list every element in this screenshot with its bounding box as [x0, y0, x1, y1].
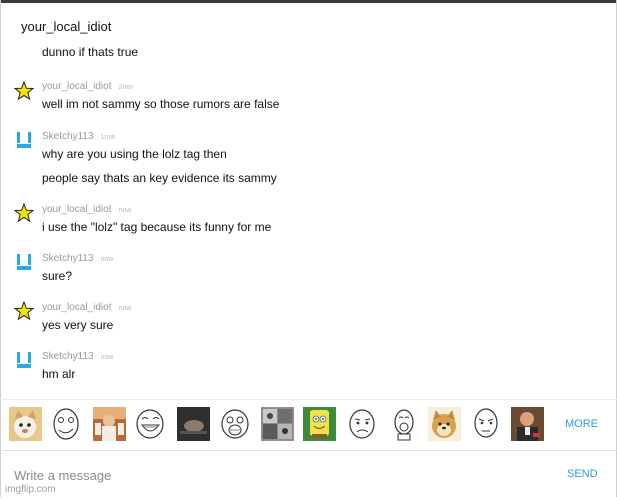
message-username[interactable]: your_local_idiot now [42, 204, 131, 215]
message-timestamp: 2min [118, 84, 134, 91]
derp-face-icon[interactable] [50, 407, 83, 441]
okay-face-icon[interactable] [470, 407, 503, 441]
dark-meme-icon[interactable] [177, 407, 210, 441]
cat-collage-icon[interactable] [261, 407, 294, 441]
message-text: sure? [42, 269, 73, 283]
lol-face-icon[interactable] [388, 407, 421, 441]
man-meme-icon[interactable] [511, 407, 544, 441]
message-username[interactable]: your_local_idiot 2min [42, 81, 134, 92]
message-item: Sketchy113 now hm alr [0, 350, 617, 390]
sad-face-icon[interactable] [346, 407, 379, 441]
spongebob-icon[interactable] [303, 407, 336, 441]
blue-bracket-icon[interactable] [14, 252, 34, 272]
star-icon[interactable] [13, 80, 35, 101]
message-username[interactable]: Sketchy113 now [42, 351, 113, 362]
blue-bracket-icon[interactable] [14, 350, 34, 370]
jesus-meme-icon[interactable] [93, 407, 126, 441]
message-text: people say thats an key evidence its sam… [42, 171, 277, 185]
message-text: hm alr [42, 367, 76, 381]
message-username[interactable]: Sketchy113 now [42, 253, 113, 264]
star-icon[interactable] [13, 202, 35, 223]
message-text: dunno if thats true [42, 45, 139, 59]
blue-bracket-icon[interactable] [14, 130, 34, 150]
message-timestamp: now [100, 354, 114, 361]
message-username[interactable]: your_local_idiot now [42, 302, 131, 313]
message-input[interactable] [14, 466, 544, 484]
star-icon[interactable] [13, 300, 35, 321]
message-text: i use the "lolz" tag because its funny f… [42, 220, 272, 234]
more-button[interactable]: MORE [565, 418, 598, 430]
message-item: your_local_idiot 2min well im not sammy s… [0, 80, 617, 121]
message-timestamp: now [118, 305, 132, 312]
message-item: your_local_idiot now i use the "lolz" tag… [0, 202, 617, 243]
message-timestamp: now [100, 256, 114, 263]
emoji-bar: MORE [0, 399, 617, 451]
message-username[interactable]: Sketchy113 1min [42, 131, 116, 142]
message-timestamp: 1min [100, 134, 116, 141]
doge-icon[interactable] [428, 407, 461, 441]
chat-title: your_local_idiot [21, 19, 112, 34]
message-timestamp: now [118, 207, 132, 214]
message-continuation: dunno if thats true [0, 45, 617, 83]
message-text: well im not sammy so those rumors are fa… [42, 97, 280, 111]
send-button[interactable]: SEND [567, 468, 598, 480]
message-item: Sketchy113 now sure? [0, 252, 617, 292]
cat-face-icon[interactable] [9, 407, 42, 441]
angry-rage-face-icon[interactable] [219, 407, 252, 441]
message-list[interactable]: dunno if thats true your_local_idiot 2min… [0, 45, 617, 390]
message-text: yes very sure [42, 318, 114, 332]
imgflip-watermark: imgflip.com [5, 484, 56, 495]
message-text: why are you using the lolz tag then [42, 147, 227, 161]
happy-troll-face-icon[interactable] [134, 407, 167, 441]
message-item: Sketchy113 1min why are you using the lol… [0, 130, 617, 170]
message-continuation: people say thats an key evidence its sam… [0, 165, 617, 205]
message-item: your_local_idiot now yes very sure [0, 300, 617, 341]
